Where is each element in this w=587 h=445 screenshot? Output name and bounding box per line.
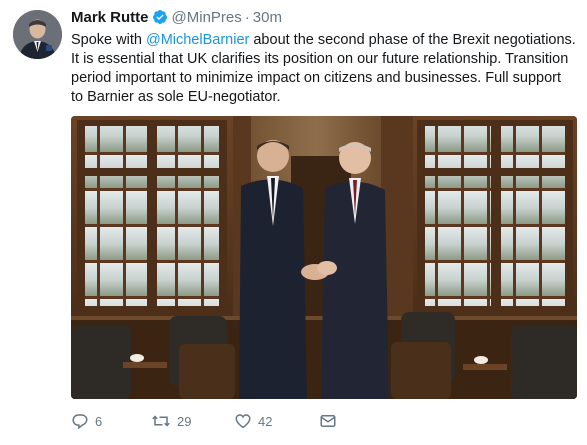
verified-badge-icon — [152, 9, 168, 30]
mention-link[interactable]: @MichelBarnier — [146, 32, 249, 48]
like-count: 42 — [258, 413, 273, 429]
photo-illustration — [71, 116, 577, 399]
like-icon — [235, 414, 251, 429]
tweet-photo[interactable] — [71, 116, 577, 399]
retweet-count: 29 — [177, 413, 192, 429]
action-bar: 6 29 42 — [71, 412, 471, 432]
retweet-button[interactable]: 29 — [151, 412, 191, 430]
dm-icon — [320, 415, 336, 427]
reply-button[interactable]: 6 — [71, 412, 102, 430]
tweet[interactable]: Mark Rutte @MinPres · 30m Spoke with @Miche… — [0, 0, 587, 445]
reply-icon — [72, 414, 88, 430]
tweet-text: Spoke with @MichelBarnier about the seco… — [71, 31, 576, 107]
tweet-text-start: Spoke with — [71, 32, 146, 48]
header-separator: · — [244, 9, 250, 26]
avatar-image — [13, 10, 62, 59]
retweet-icon — [152, 415, 170, 427]
tweet-header: Mark Rutte @MinPres · 30m — [71, 9, 282, 30]
like-button[interactable]: 42 — [234, 412, 272, 430]
timestamp[interactable]: 30m — [253, 9, 282, 26]
author-handle[interactable]: @MinPres — [172, 9, 242, 26]
author-name[interactable]: Mark Rutte — [71, 9, 149, 26]
avatar[interactable] — [13, 10, 62, 59]
dm-button[interactable] — [319, 412, 337, 430]
reply-count: 6 — [95, 413, 103, 429]
